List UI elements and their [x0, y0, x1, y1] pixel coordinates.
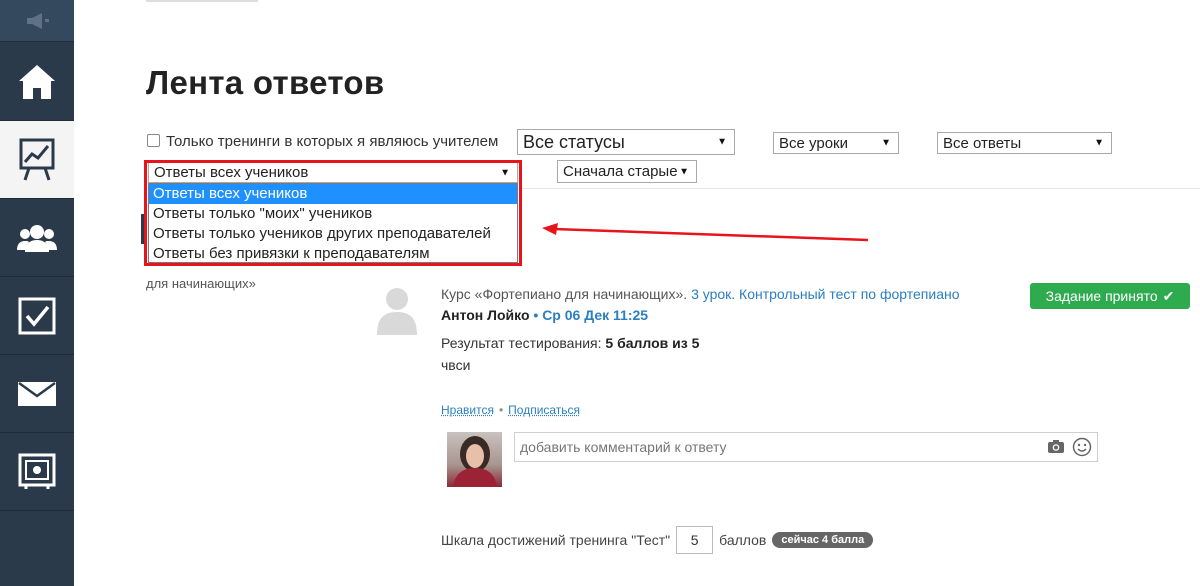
result-label: Результат тестирования:	[441, 335, 602, 351]
comment-box	[514, 432, 1098, 462]
sidebar-item-users[interactable]	[0, 199, 74, 277]
teacher-only-checkbox[interactable]	[147, 134, 160, 147]
scale-label: Шкала достижений тренинга "Тест"	[441, 532, 671, 548]
current-user-avatar	[447, 432, 502, 487]
chevron-down-icon: ▼	[717, 136, 727, 148]
status-label: Задание принято	[1045, 288, 1158, 304]
smile-icon[interactable]	[1072, 437, 1092, 462]
chevron-down-icon: ▼	[1094, 137, 1104, 149]
comment-input[interactable]	[515, 433, 1035, 461]
order-select-value: Сначала старые	[563, 163, 678, 180]
default-avatar-icon	[377, 288, 417, 335]
bullet-separator: •	[529, 307, 543, 323]
answer-text: чвси	[441, 357, 471, 373]
chart-board-icon	[19, 138, 55, 182]
sidebar-item-statistics[interactable]	[0, 121, 74, 199]
bullet-separator: •	[498, 403, 504, 417]
checkbox-icon	[18, 297, 56, 335]
lesson-link[interactable]: 3 урок. Контрольный тест по фортепиано	[691, 286, 959, 302]
scale-points-input[interactable]: 5	[676, 526, 714, 554]
like-link[interactable]: Нравится	[441, 403, 494, 417]
result-value: 5 баллов из 5	[605, 335, 700, 351]
megaphone-icon	[24, 12, 50, 30]
left-panel-text: для начинающих»	[146, 276, 256, 291]
post-actions: Нравится • Подписаться	[441, 403, 580, 417]
order-select[interactable]: Сначала старые ▼	[557, 160, 697, 183]
top-divider	[146, 0, 258, 2]
annotation-arrow-icon	[542, 223, 869, 242]
teacher-only-label: Только тренинги в которых я являюсь учит…	[166, 133, 499, 150]
users-icon	[17, 223, 57, 253]
answers-select-value: Все ответы	[943, 134, 1022, 152]
current-points-badge: сейчас 4 балла	[772, 532, 874, 548]
chevron-down-icon: ▼	[679, 166, 689, 177]
answers-select[interactable]: Все ответы ▼	[937, 132, 1112, 154]
sidebar-item-safe[interactable]	[0, 433, 74, 511]
sidebar-item-messages[interactable]	[0, 355, 74, 433]
sidebar	[0, 0, 74, 586]
achievement-scale: Шкала достижений тренинга "Тест" 5 балло…	[441, 526, 874, 554]
status-select[interactable]: Все статусы ▼	[517, 129, 735, 155]
course-name: Курс «Фортепиано для начинающих».	[441, 286, 688, 302]
highlight-frame	[144, 160, 522, 266]
task-accepted-button[interactable]: Задание принято ✔	[1030, 283, 1190, 309]
scale-unit: баллов	[719, 532, 767, 548]
camera-icon[interactable]	[1047, 439, 1065, 459]
sidebar-item-announcements[interactable]	[0, 0, 74, 42]
lessons-select[interactable]: Все уроки ▼	[773, 132, 899, 154]
lessons-select-value: Все уроки	[779, 134, 848, 152]
chevron-down-icon: ▼	[881, 137, 891, 149]
envelope-icon	[17, 381, 57, 407]
home-icon	[17, 63, 57, 101]
check-icon: ✔	[1162, 287, 1175, 304]
course-line: Курс «Фортепиано для начинающих». 3 урок…	[441, 286, 960, 302]
sidebar-item-tasks[interactable]	[0, 277, 74, 355]
sidebar-item-home[interactable]	[0, 43, 74, 121]
status-select-value: Все статусы	[523, 131, 625, 152]
author-line: Антон Лойко • Ср 06 Дек 11:25	[441, 307, 648, 323]
safe-icon	[18, 453, 56, 491]
post-datetime[interactable]: Ср 06 Дек 11:25	[542, 307, 648, 323]
page-title: Лента ответов	[146, 64, 385, 101]
author-name[interactable]: Антон Лойко	[441, 307, 530, 323]
user-photo-icon	[453, 436, 497, 487]
subscribe-link[interactable]: Подписаться	[508, 403, 580, 417]
result-line: Результат тестирования: 5 баллов из 5	[441, 335, 699, 351]
